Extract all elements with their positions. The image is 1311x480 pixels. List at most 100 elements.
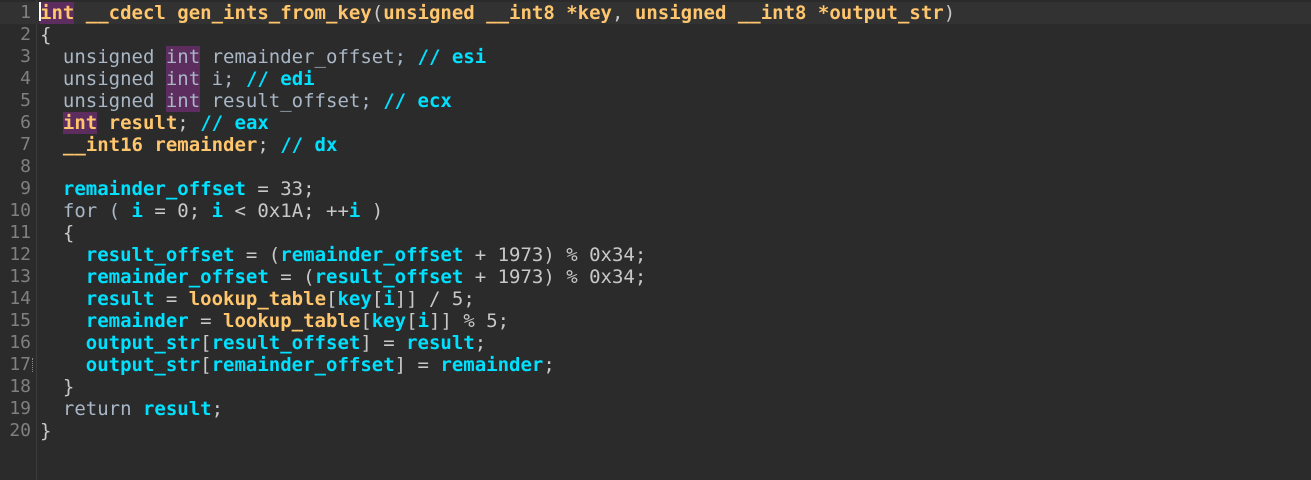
code-token: gen_ints_from_key <box>177 2 372 24</box>
line-number: 3 <box>20 46 31 67</box>
code-token: // esi <box>417 46 487 68</box>
code-text[interactable]: for ( i = 0; i < 0x1A; ++i ) <box>40 200 383 222</box>
code-token: key <box>337 288 372 310</box>
code-token: { <box>40 222 75 244</box>
code-editor[interactable]: 1 int __cdecl gen_ints_from_key( unsigned … <box>0 0 1311 480</box>
code-token: result_offset <box>211 332 361 354</box>
code-area[interactable]: 1 int __cdecl gen_ints_from_key( unsigned … <box>0 2 1311 442</box>
code-text[interactable]: int __cdecl gen_ints_from_key( unsigned _… <box>40 2 955 24</box>
code-token: = 33; <box>245 178 315 200</box>
code-token: int <box>165 90 201 112</box>
code-token: unsigned __int8 *output_str <box>634 2 944 24</box>
code-text[interactable]: output_str[remainder_offset] = remainder… <box>40 354 555 376</box>
code-token: i <box>211 200 224 222</box>
code-text[interactable]: int result; // eax <box>40 112 269 134</box>
code-line[interactable]: 9 remainder_offset = 33; <box>0 178 1311 200</box>
code-line[interactable]: 10 for ( i = 0; i < 0x1A; ++i ) <box>0 200 1311 222</box>
code-line[interactable]: 4 unsigned int i; // edi <box>0 68 1311 90</box>
line-number: 12 <box>9 244 31 265</box>
code-token: remainder_offset <box>62 178 246 200</box>
code-token: __cdecl <box>74 2 178 24</box>
code-token: result_offset <box>314 266 464 288</box>
code-token: [ <box>200 354 212 376</box>
code-text[interactable]: return result; <box>40 398 223 420</box>
code-text[interactable]: __int16 remainder; // dx <box>40 134 338 156</box>
code-text[interactable]: result_offset = (remainder_offset + 1973… <box>40 244 647 266</box>
code-token: output_str <box>85 332 201 354</box>
code-text[interactable]: unsigned int remainder_offset; // esi <box>40 46 486 68</box>
code-line[interactable]: 1 int __cdecl gen_ints_from_key( unsigned … <box>0 2 1311 24</box>
code-line[interactable]: 2{ <box>0 24 1311 46</box>
code-text[interactable]: remainder_offset = 33; <box>40 178 315 200</box>
code-text[interactable]: remainder_offset = (result_offset + 1973… <box>40 266 647 288</box>
code-text[interactable]: output_str[result_offset] = result; <box>40 332 486 354</box>
code-token: ; <box>474 332 487 354</box>
code-token: // eax <box>200 112 269 134</box>
code-line[interactable]: 6 int result; // eax <box>0 112 1311 134</box>
code-token: ; <box>211 398 224 420</box>
code-line[interactable]: 12 result_offset = (remainder_offset + 1… <box>0 244 1311 266</box>
code-token: for ( <box>40 200 132 222</box>
code-line[interactable]: 13 remainder_offset = (result_offset + 1… <box>0 266 1311 288</box>
code-line[interactable]: 17 output_str[remainder_offset] = remain… <box>0 354 1311 376</box>
line-number: 13 <box>9 266 31 287</box>
code-token: remainder_offset; <box>200 46 418 68</box>
code-token: ] = <box>360 332 407 354</box>
line-number: 6 <box>20 112 31 133</box>
code-token: < 0x1A; ++ <box>223 200 349 222</box>
code-line[interactable]: 16 output_str[result_offset] = result; <box>0 332 1311 354</box>
code-token: = <box>154 288 189 310</box>
code-token: ]] % 5; <box>429 310 510 332</box>
line-number: 5 <box>20 90 31 111</box>
line-number: 4 <box>20 68 31 89</box>
code-line[interactable]: 15 remainder = lookup_table[key[i]] % 5; <box>0 310 1311 332</box>
code-line[interactable]: 14 result = lookup_table[key[i]] / 5; <box>0 288 1311 310</box>
code-text[interactable]: remainder = lookup_table[key[i]] % 5; <box>40 310 509 332</box>
code-token: [ <box>406 310 418 332</box>
line-marker <box>32 358 36 372</box>
code-text[interactable]: result = lookup_table[key[i]] / 5; <box>40 288 475 310</box>
code-token: ( <box>371 2 384 24</box>
line-number: 18 <box>9 376 31 397</box>
line-number: 1 <box>20 2 31 23</box>
code-line[interactable]: 3 unsigned int remainder_offset; // esi <box>0 46 1311 68</box>
code-line[interactable]: 11 { <box>0 222 1311 244</box>
code-token: key <box>371 310 407 332</box>
code-token: lookup_table <box>223 310 361 332</box>
code-line[interactable]: 8 <box>0 156 1311 178</box>
code-token: i <box>383 288 395 310</box>
code-line[interactable]: 18 } <box>0 376 1311 398</box>
code-line[interactable]: 20} <box>0 420 1311 442</box>
line-number: 17 <box>9 354 31 375</box>
code-token: __int16 remainder <box>40 134 258 156</box>
code-token: , <box>611 2 635 24</box>
code-text[interactable]: { <box>40 24 51 46</box>
code-token: int <box>40 2 75 24</box>
line-number: 9 <box>20 178 31 199</box>
code-line[interactable]: 7 __int16 remainder; // dx <box>0 134 1311 156</box>
code-line[interactable]: 5 unsigned int result_offset; // ecx <box>0 90 1311 112</box>
code-text[interactable]: } <box>40 376 74 398</box>
code-token: // ecx <box>383 90 452 112</box>
line-number: 19 <box>9 398 31 419</box>
code-text[interactable]: } <box>40 420 51 442</box>
code-token: int <box>165 68 201 90</box>
code-text[interactable]: unsigned int result_offset; // ecx <box>40 90 452 112</box>
code-text[interactable]: { <box>40 222 74 244</box>
line-number: 14 <box>9 288 31 309</box>
code-token: + 1973) % 0x34; <box>463 266 647 288</box>
code-token: i <box>348 200 361 222</box>
code-token: ) <box>943 2 956 24</box>
code-text[interactable]: unsigned int i; // edi <box>40 68 315 90</box>
code-token: return <box>40 398 143 420</box>
line-number: 15 <box>9 310 31 331</box>
code-token: result <box>142 398 212 420</box>
code-token: i <box>417 310 430 332</box>
code-line[interactable]: 19 return result; <box>0 398 1311 420</box>
code-token: ; <box>257 134 281 156</box>
